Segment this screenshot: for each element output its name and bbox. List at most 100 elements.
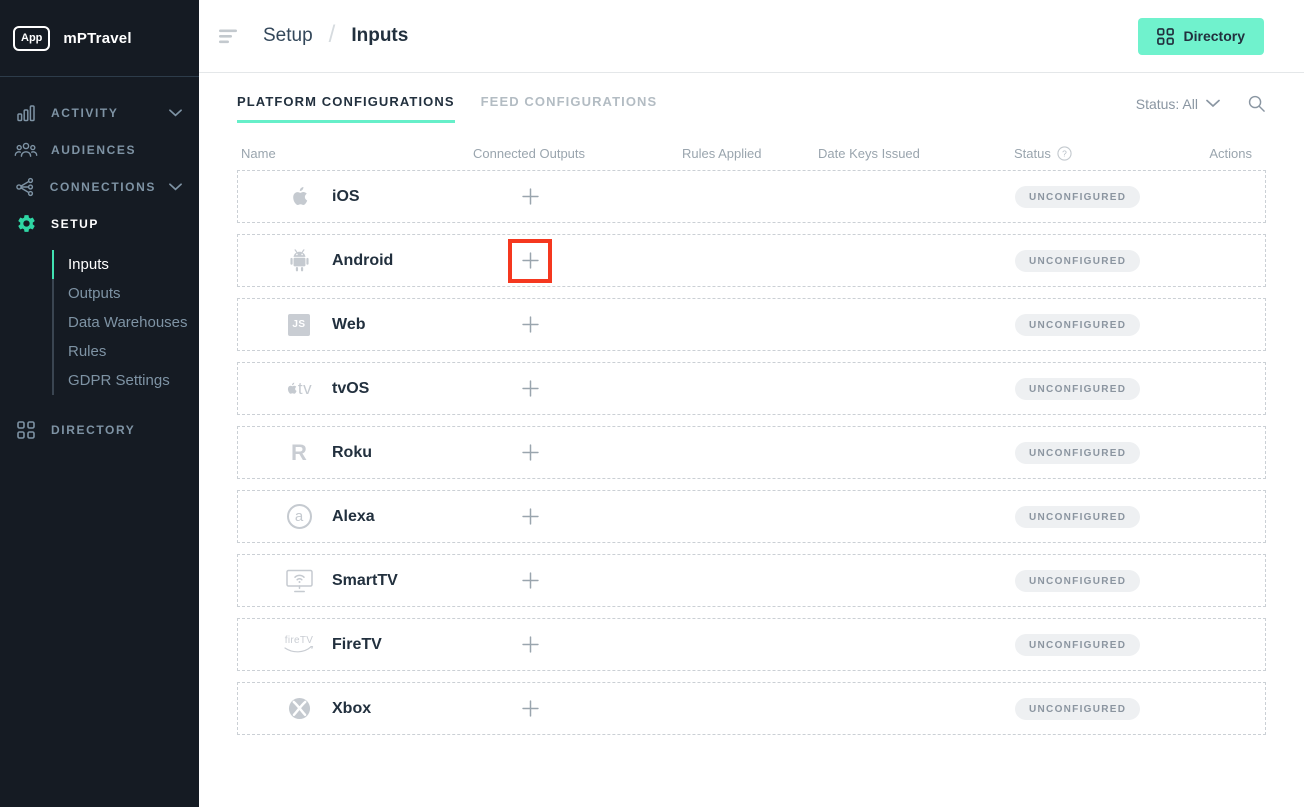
breadcrumb-setup[interactable]: Setup xyxy=(263,25,313,47)
directory-button[interactable]: Directory xyxy=(1138,18,1264,55)
gear-icon xyxy=(14,213,38,234)
sidebar-item-audiences[interactable]: AUDIENCES xyxy=(0,131,199,168)
table-row-smarttv[interactable]: SmartTV UNCONFIGURED xyxy=(237,554,1266,607)
grid-icon xyxy=(14,421,38,439)
platform-name: iOS xyxy=(332,188,360,206)
platform-name: FireTV xyxy=(332,636,382,654)
js-icon: JS xyxy=(282,314,316,336)
status-filter-label: Status: All xyxy=(1136,96,1198,112)
filters: Status: All xyxy=(1136,94,1266,113)
sidebar-item-setup[interactable]: SETUP xyxy=(0,205,199,242)
add-output-button[interactable] xyxy=(508,239,552,283)
tvos-icon: tv xyxy=(282,379,316,399)
add-output-button[interactable] xyxy=(508,559,552,603)
status-badge: UNCONFIGURED xyxy=(1015,378,1140,400)
table-row-alexa[interactable]: a Alexa UNCONFIGURED xyxy=(237,490,1266,543)
sidebar-item-outputs[interactable]: Outputs xyxy=(54,279,199,308)
grid-icon xyxy=(1157,28,1174,45)
collapse-menu-icon[interactable] xyxy=(211,24,247,49)
status-badge: UNCONFIGURED xyxy=(1015,698,1140,720)
sidebar-item-rules[interactable]: Rules xyxy=(54,337,199,366)
sidebar: App mPTravel ACTIVITY AUDIENCES CONNECTI… xyxy=(0,0,199,807)
platform-name: Alexa xyxy=(332,508,375,526)
app-logo-badge: App xyxy=(13,26,50,51)
status-badge: UNCONFIGURED xyxy=(1015,250,1140,272)
table-row-xbox[interactable]: Xbox UNCONFIGURED xyxy=(237,682,1266,735)
status-badge: UNCONFIGURED xyxy=(1015,570,1140,592)
table-header: Name Connected Outputs Rules Applied Dat… xyxy=(237,136,1266,170)
platform-name: Web xyxy=(332,316,365,334)
platform-name: Android xyxy=(332,252,393,270)
status-badge: UNCONFIGURED xyxy=(1015,442,1140,464)
column-header-date-keys-issued: Date Keys Issued xyxy=(818,146,1014,161)
sidebar-nav: ACTIVITY AUDIENCES CONNECTIONS SETUP Inp… xyxy=(0,77,199,448)
directory-button-label: Directory xyxy=(1184,28,1245,44)
add-output-button[interactable] xyxy=(508,495,552,539)
add-output-button[interactable] xyxy=(508,367,552,411)
search-icon[interactable] xyxy=(1247,94,1266,113)
audiences-icon xyxy=(14,141,38,159)
svg-text:?: ? xyxy=(1062,148,1067,158)
setup-subnav: Inputs Outputs Data Warehouses Rules GDP… xyxy=(52,250,199,395)
table-row-tvos[interactable]: tv tvOS UNCONFIGURED xyxy=(237,362,1266,415)
status-badge: UNCONFIGURED xyxy=(1015,314,1140,336)
sidebar-item-gdpr-settings[interactable]: GDPR Settings xyxy=(54,366,199,395)
sidebar-item-activity[interactable]: ACTIVITY xyxy=(0,94,199,131)
status-badge: UNCONFIGURED xyxy=(1015,506,1140,528)
chevron-down-icon xyxy=(1206,99,1220,108)
sidebar-item-label: AUDIENCES xyxy=(51,143,136,157)
bar-chart-icon xyxy=(14,103,38,123)
column-header-status-label: Status xyxy=(1014,146,1051,161)
column-header-name: Name xyxy=(237,146,473,161)
chevron-down-icon xyxy=(169,183,182,191)
platform-name: Roku xyxy=(332,444,372,462)
app-logo[interactable]: App mPTravel xyxy=(0,0,199,77)
tabs-row: PLATFORM CONFIGURATIONS FEED CONFIGURATI… xyxy=(237,94,1266,123)
status-badge: UNCONFIGURED xyxy=(1015,634,1140,656)
firetv-icon: fireTV xyxy=(282,635,316,654)
status-filter-dropdown[interactable]: Status: All xyxy=(1136,96,1220,112)
column-header-status: Status ? xyxy=(1014,146,1191,161)
add-output-button[interactable] xyxy=(508,303,552,347)
xbox-icon xyxy=(282,697,316,720)
table-row-firetv[interactable]: fireTV FireTV UNCONFIGURED xyxy=(237,618,1266,671)
sidebar-item-directory[interactable]: DIRECTORY xyxy=(0,411,199,448)
content: PLATFORM CONFIGURATIONS FEED CONFIGURATI… xyxy=(199,73,1304,746)
sidebar-item-inputs[interactable]: Inputs xyxy=(54,250,199,279)
column-header-connected-outputs: Connected Outputs xyxy=(473,146,682,161)
android-icon xyxy=(282,248,316,273)
add-output-button[interactable] xyxy=(508,175,552,219)
help-circle-icon[interactable]: ? xyxy=(1057,146,1072,161)
column-header-rules-applied: Rules Applied xyxy=(682,146,818,161)
add-output-button[interactable] xyxy=(508,623,552,667)
sidebar-item-label: CONNECTIONS xyxy=(50,180,156,194)
breadcrumb-separator: / xyxy=(329,21,336,49)
status-badge: UNCONFIGURED xyxy=(1015,186,1140,208)
tab-feed-configurations[interactable]: FEED CONFIGURATIONS xyxy=(481,94,658,120)
platform-name: tvOS xyxy=(332,380,369,398)
tab-platform-configurations[interactable]: PLATFORM CONFIGURATIONS xyxy=(237,94,455,123)
table-row-web[interactable]: JS Web UNCONFIGURED xyxy=(237,298,1266,351)
sidebar-item-data-warehouses[interactable]: Data Warehouses xyxy=(54,308,199,337)
top-bar: Setup / Inputs Directory xyxy=(199,0,1304,73)
roku-icon: R xyxy=(282,442,316,464)
table-row-android[interactable]: Android UNCONFIGURED xyxy=(237,234,1266,287)
table-row-ios[interactable]: iOS UNCONFIGURED xyxy=(237,170,1266,223)
app-name: mPTravel xyxy=(63,30,131,47)
platform-table-body: iOS UNCONFIGURED Android UNCONFIGURED JS… xyxy=(237,170,1266,735)
apple-icon xyxy=(282,186,316,207)
page-title: Inputs xyxy=(351,25,408,47)
sidebar-item-label: ACTIVITY xyxy=(51,106,118,120)
sidebar-item-connections[interactable]: CONNECTIONS xyxy=(0,168,199,205)
add-output-button[interactable] xyxy=(508,431,552,475)
main-area: Setup / Inputs Directory PLATFORM CONFIG… xyxy=(199,0,1304,807)
smarttv-icon xyxy=(282,569,316,593)
chevron-down-icon xyxy=(169,109,182,117)
table-row-roku[interactable]: R Roku UNCONFIGURED xyxy=(237,426,1266,479)
breadcrumb: Setup / Inputs xyxy=(263,22,408,50)
add-output-button[interactable] xyxy=(508,687,552,731)
sidebar-item-label: SETUP xyxy=(51,217,99,231)
platform-name: Xbox xyxy=(332,700,371,718)
connections-icon xyxy=(14,177,37,197)
column-header-actions: Actions xyxy=(1191,146,1266,161)
